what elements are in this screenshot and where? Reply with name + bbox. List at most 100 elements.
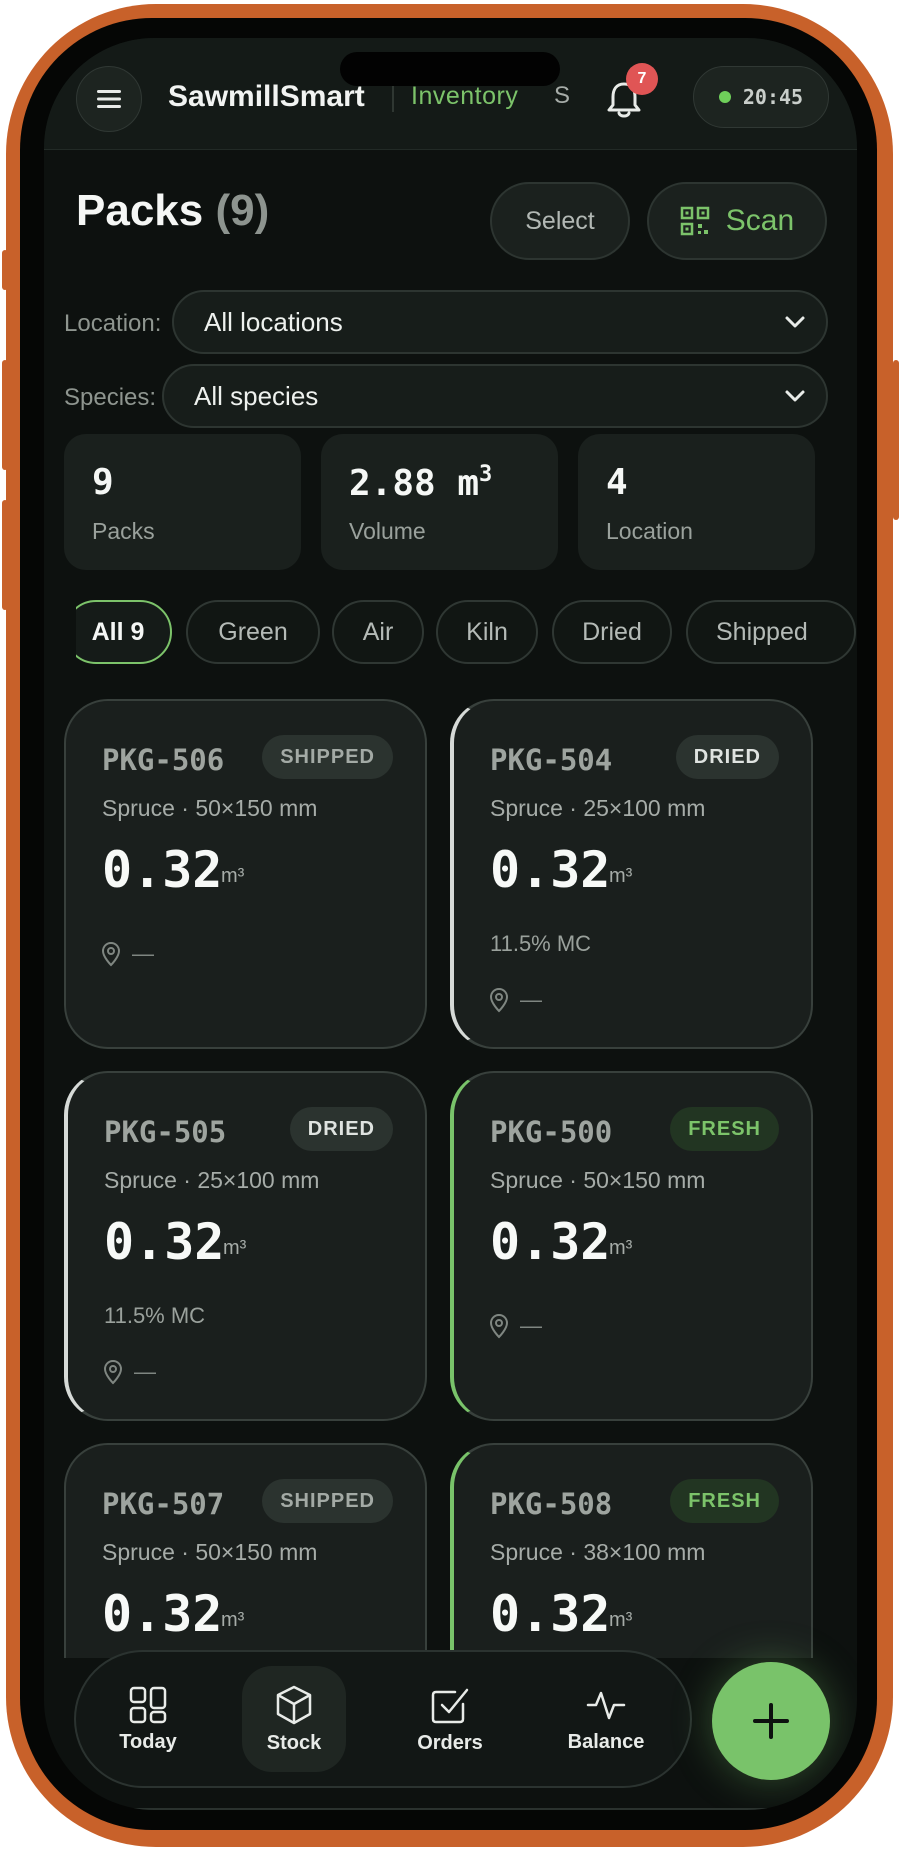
pack-volume: 0.32 [104,1213,225,1271]
status-badge: SHIPPED [262,735,393,779]
pack-location-text: — [134,1359,156,1384]
pack-card[interactable]: PKG-507 SHIPPED Spruce · 50×150 mm 0.32 … [64,1443,427,1658]
nav-stock[interactable]: Stock [242,1666,346,1772]
nav-orders[interactable]: Orders [398,1666,502,1772]
pack-id: PKG-504 [490,743,613,777]
phone-side-button [2,360,8,470]
nav-balance[interactable]: Balance [554,1666,658,1772]
location-filter-label: Location: [64,310,162,337]
stat-location: 4 Location [578,434,815,570]
nav-balance-label: Balance [567,1730,645,1753]
stat-value: 4 [606,462,628,503]
plus-icon [753,1703,789,1739]
chip-dried[interactable]: Dried [552,600,672,664]
page-title-count: (9) [215,186,270,235]
user-avatar[interactable]: S [554,82,570,110]
nav-today-label: Today [119,1730,177,1753]
stat-value-exponent: 3 [479,462,493,487]
page-title: Packs (9) [76,186,269,236]
nav-orders-label: Orders [417,1731,483,1754]
notification-badge: 7 [626,63,658,95]
pack-card[interactable]: PKG-506 SHIPPED Spruce · 50×150 mm 0.32 … [64,699,427,1049]
nav-stock-label: Stock [266,1731,322,1754]
pack-volume: 0.32 [102,1585,223,1643]
pack-spec: Spruce · 25×100 mm [490,795,706,821]
stat-value-number: 2.88 m [349,463,480,504]
pack-spec: Spruce · 38×100 mm [490,1539,706,1565]
pack-id: PKG-506 [102,743,225,777]
pack-volume: 0.32 [490,841,611,899]
scan-button[interactable]: Scan [647,182,827,260]
bottom-nav: Today Stock Orders Balance [74,1650,692,1788]
chevron-down-icon [785,316,805,328]
location-select[interactable]: All locations [172,290,828,354]
pack-card[interactable]: PKG-500 FRESH Spruce · 50×150 mm 0.32 m³… [450,1071,813,1421]
select-button[interactable]: Select [490,182,630,260]
species-filter-label: Species: [64,384,157,411]
pack-spec: Spruce · 50×150 mm [490,1167,706,1193]
pack-volume: 0.32 [490,1585,611,1643]
phone-side-button [2,250,8,290]
status-badge: FRESH [670,1107,779,1151]
pack-location-text: — [132,941,154,966]
app-screen: SawmillSmart Inventory S 7 20:45 Packs (… [44,38,857,1810]
camera-notch [340,52,560,86]
species-select-value: All species [194,380,319,411]
pack-moisture: 11.5% MC [104,1303,206,1328]
pack-location-text: — [520,1313,542,1338]
stat-label: Location [606,518,693,544]
chip-air[interactable]: Air [332,600,424,664]
menu-button[interactable] [76,66,142,132]
qr-code-icon [680,206,710,236]
chip-kiln[interactable]: Kiln [436,600,538,664]
pack-card[interactable]: PKG-508 FRESH Spruce · 38×100 mm 0.32 m³ [450,1443,813,1658]
section-label: Inventory [411,82,519,110]
pack-volume-unit: m³ [609,1237,633,1259]
hamburger-icon [97,90,121,108]
pack-card[interactable]: PKG-505 DRIED Spruce · 25×100 mm 0.32 m³… [64,1071,427,1421]
status-badge: DRIED [289,1107,393,1151]
page-title-text: Packs [76,186,204,235]
pack-volume-unit: m³ [609,865,633,887]
app-brand: SawmillSmart [168,80,365,113]
pack-location: — [488,987,542,1013]
pack-spec: Spruce · 50×150 mm [102,1539,318,1565]
pack-location: — [100,941,154,967]
stat-packs: 9 Packs [64,434,301,570]
grid-icon [129,1686,167,1723]
map-pin-icon [103,1359,123,1385]
add-pack-button[interactable] [712,1662,830,1780]
status-clock: 20:45 [693,66,829,128]
status-badge: FRESH [670,1479,779,1523]
chip-shipped[interactable]: Shipped [686,600,856,664]
stat-volume: 2.88 m3 Volume [321,434,558,570]
checkbox-icon [431,1688,469,1723]
pack-volume-unit: m³ [221,1609,245,1631]
pack-id: PKG-500 [490,1115,613,1149]
pack-id: PKG-505 [104,1115,227,1149]
pack-volume-unit: m³ [609,1609,633,1631]
stat-label: Volume [349,518,426,544]
chip-green[interactable]: Green [186,600,320,664]
nav-today[interactable]: Today [96,1666,200,1772]
pack-volume-unit: m³ [223,1237,247,1259]
pack-card[interactable]: PKG-504 DRIED Spruce · 25×100 mm 0.32 m³… [450,699,813,1049]
stat-label: Packs [92,518,155,544]
home-indicator [44,1808,857,1810]
pack-spec: Spruce · 50×150 mm [102,795,318,821]
online-dot [718,91,731,103]
packs-grid: PKG-506 SHIPPED Spruce · 50×150 mm 0.32 … [44,698,857,1658]
stat-value: 2.88 m3 [349,462,492,504]
scan-button-label: Scan [725,204,795,237]
pack-id: PKG-507 [102,1487,225,1521]
pack-location-text: — [520,987,542,1012]
species-select[interactable]: All species [162,364,828,428]
chevron-down-icon [785,390,805,402]
pulse-icon [586,1691,626,1719]
status-filter-chips: All 9 Green Air Kiln Dried Shipped [76,600,857,666]
map-pin-icon [489,1313,509,1339]
status-badge: DRIED [675,735,779,779]
map-pin-icon [489,987,509,1013]
chip-all[interactable]: All 9 [76,600,172,664]
clock-time: 20:45 [742,85,804,109]
